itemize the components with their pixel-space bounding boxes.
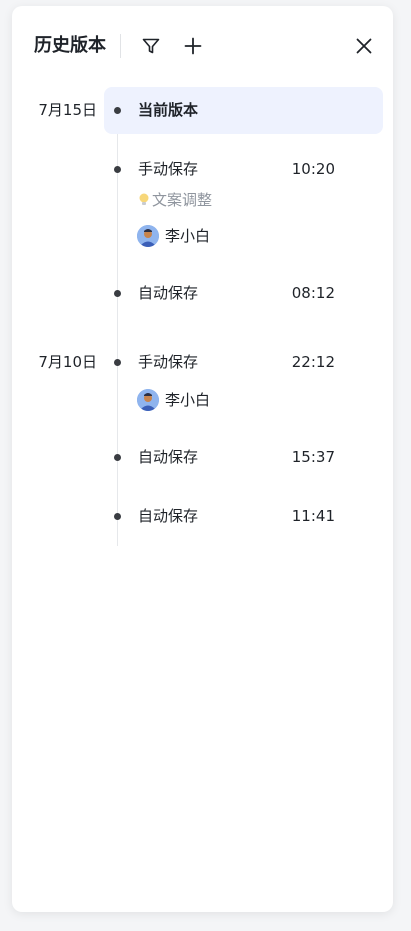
version-label[interactable]: 自动保存 <box>138 283 198 303</box>
version-label[interactable]: 手动保存 <box>138 159 198 179</box>
timeline-dot <box>114 513 121 520</box>
version-note: 文案调整 <box>138 190 212 210</box>
version-time: 15:37 <box>291 448 335 466</box>
user-name: 李小白 <box>165 391 211 409</box>
date-label: 7月10日 <box>38 353 97 371</box>
timeline-dot <box>114 359 121 366</box>
timeline-dot <box>114 454 121 461</box>
user-name: 李小白 <box>165 227 211 245</box>
history-panel: 历史版本 7月15日 当前版本 手动保存 10:20 文案调整 李小白 自动保存… <box>12 6 393 912</box>
panel-title: 历史版本 <box>34 35 106 56</box>
timeline-dot <box>114 290 121 297</box>
version-time: 10:20 <box>291 160 335 178</box>
timeline-line <box>117 110 118 546</box>
avatar <box>137 225 159 247</box>
close-icon <box>356 38 372 54</box>
version-user: 李小白 <box>137 225 210 247</box>
avatar <box>137 389 159 411</box>
version-time: 11:41 <box>291 507 335 525</box>
date-label: 7月15日 <box>38 101 97 119</box>
version-note-text: 文案调整 <box>152 191 213 209</box>
close-button[interactable] <box>350 32 378 60</box>
timeline-dot <box>114 166 121 173</box>
version-label[interactable]: 自动保存 <box>138 506 198 526</box>
plus-icon <box>184 37 202 55</box>
version-time: 08:12 <box>291 284 335 302</box>
version-label[interactable]: 当前版本 <box>138 100 198 120</box>
version-time: 22:12 <box>291 353 335 371</box>
version-label[interactable]: 自动保存 <box>138 447 198 467</box>
add-version-button[interactable] <box>179 32 207 60</box>
header-divider <box>120 34 121 58</box>
version-label[interactable]: 手动保存 <box>138 352 198 372</box>
version-user: 李小白 <box>137 389 210 411</box>
timeline-dot <box>114 107 121 114</box>
filter-button[interactable] <box>137 32 165 60</box>
panel-header: 历史版本 <box>12 6 393 86</box>
lightbulb-icon <box>139 193 149 205</box>
filter-icon <box>142 38 160 54</box>
